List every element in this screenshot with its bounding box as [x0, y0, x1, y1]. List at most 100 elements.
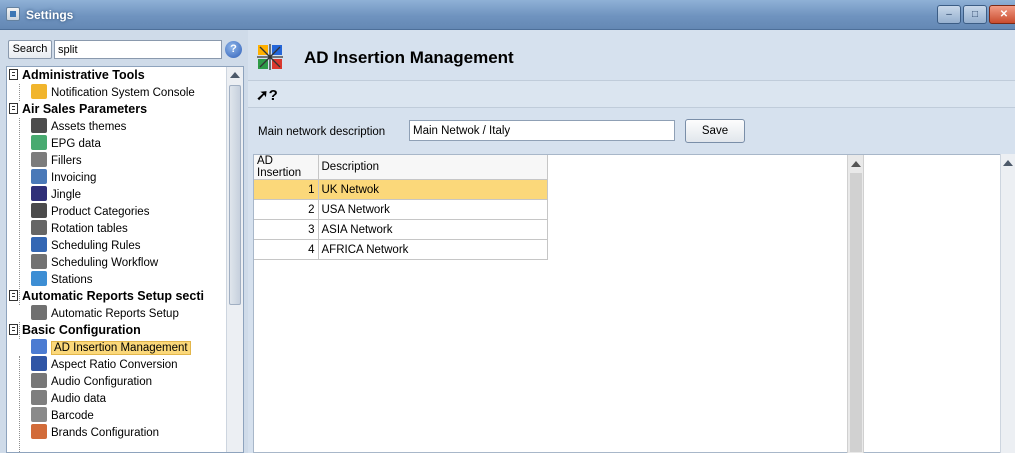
tree-item-label: AD Insertion Management — [51, 341, 191, 355]
grid-scrollbar[interactable] — [847, 155, 864, 453]
help-pointer-button[interactable]: ➚? — [256, 86, 278, 104]
tree-connector — [19, 84, 20, 101]
tree-scroll-thumb[interactable] — [229, 85, 241, 305]
tree-item-label: Brands Configuration — [51, 427, 160, 439]
network-description-label: Main network description — [258, 126, 386, 138]
tree-item-epg-data[interactable]: EPG data — [31, 135, 101, 152]
scroll-up-icon[interactable] — [1003, 160, 1013, 166]
tree-item-label: Automatic Reports Setup secti — [22, 289, 204, 303]
tree-item-brands-configuration[interactable]: Brands Configuration — [31, 424, 159, 441]
tree-item-label: Stations — [51, 274, 93, 286]
table-row[interactable]: 1 UK Netwok — [254, 179, 548, 200]
audio-data-icon — [31, 390, 47, 405]
search-input[interactable] — [54, 40, 222, 59]
tree-item-scheduling-workflow[interactable]: Scheduling Workflow — [31, 254, 158, 271]
tree-item-label: Automatic Reports Setup — [51, 308, 179, 320]
tree-item-label: Notification System Console — [51, 87, 195, 99]
fillers-icon — [31, 152, 47, 167]
ad-insertion-grid: AD Insertion Description 1 UK Netwok 2 U… — [253, 154, 1014, 453]
title-bar: Settings – □ ✕ — [0, 0, 1015, 30]
tree-item-scheduling-rules[interactable]: Scheduling Rules — [31, 237, 141, 254]
save-button[interactable]: Save — [685, 119, 745, 143]
minimize-button[interactable]: – — [937, 5, 961, 24]
table-row[interactable]: 4 AFRICA Network — [254, 239, 548, 260]
settings-window: Settings – □ ✕ Search ? Administrative T… — [0, 0, 1015, 453]
ad-insertion-cell: 2 — [254, 199, 319, 220]
tree-item-label: Scheduling Workflow — [51, 257, 159, 269]
table-row[interactable]: 2 USA Network — [254, 199, 548, 220]
tree-group-basic-configuration[interactable]: Basic Configuration — [9, 322, 141, 339]
ad-insertion-icon — [257, 44, 283, 70]
tree-group-air-sales-parameters[interactable]: Air Sales Parameters — [9, 101, 147, 118]
tree-item-ad-insertion-management[interactable]: AD Insertion Management — [31, 339, 191, 356]
assets-icon — [31, 118, 47, 133]
tree-scrollbar[interactable] — [226, 67, 243, 452]
barcode-icon — [31, 407, 47, 422]
tree-group-administrative-tools[interactable]: Administrative Tools — [9, 67, 145, 84]
aspect-ratio-icon — [31, 356, 47, 371]
tree-item-audio-data[interactable]: Audio data — [31, 390, 106, 407]
tree-item-label: Rotation tables — [51, 223, 128, 235]
settings-tree: Administrative Tools Notification System… — [6, 66, 244, 453]
ad-insertion-cell: 1 — [254, 179, 319, 200]
notification-icon — [31, 84, 47, 99]
tree-item-label: Audio Configuration — [51, 376, 153, 388]
tree-item-label: Barcode — [51, 410, 94, 422]
epg-icon — [31, 135, 47, 150]
tree-item-label: Aspect Ratio Conversion — [51, 359, 178, 371]
tree-group-automatic-reports-setup[interactable]: Automatic Reports Setup secti — [9, 288, 204, 305]
audio-config-icon — [31, 373, 47, 388]
ad-insertion-cell: 3 — [254, 219, 319, 240]
tree-item-invoicing[interactable]: Invoicing — [31, 169, 96, 186]
column-header-ad-insertion[interactable]: AD Insertion — [254, 155, 319, 180]
tree-connector — [19, 118, 20, 305]
rules-icon — [31, 237, 47, 252]
main-content: AD Insertion Management ➚? Main network … — [248, 30, 1015, 453]
right-scrollbar[interactable] — [1000, 154, 1015, 453]
table-header-row: AD Insertion Description — [254, 155, 548, 180]
maximize-button[interactable]: □ — [963, 5, 987, 24]
column-header-description[interactable]: Description — [318, 155, 548, 180]
description-cell: ASIA Network — [318, 219, 548, 240]
group-book-icon — [9, 324, 18, 335]
tree-item-label: Fillers — [51, 155, 82, 167]
invoice-icon — [31, 169, 47, 184]
ad-insertion-cell: 4 — [254, 239, 319, 260]
music-icon — [31, 186, 47, 201]
help-icon[interactable]: ? — [225, 41, 242, 58]
product-icon — [31, 203, 47, 218]
table-row[interactable]: 3 ASIA Network — [254, 219, 548, 240]
tree-item-product-categories[interactable]: Product Categories — [31, 203, 149, 220]
settings-app-icon — [6, 7, 20, 21]
tree-item-barcode[interactable]: Barcode — [31, 407, 94, 424]
tree-item-notification-system-console[interactable]: Notification System Console — [31, 84, 195, 101]
group-book-icon — [9, 103, 18, 114]
scroll-up-icon[interactable] — [851, 161, 861, 167]
workflow-icon — [31, 254, 47, 269]
tree-item-label: Product Categories — [51, 206, 150, 218]
tree-item-label: Air Sales Parameters — [22, 102, 148, 116]
network-form: Main network description Save — [248, 118, 1015, 146]
tree-item-assets-themes[interactable]: Assets themes — [31, 118, 126, 135]
close-button[interactable]: ✕ — [989, 5, 1015, 24]
tree-item-fillers[interactable]: Fillers — [31, 152, 82, 169]
tree-item-stations[interactable]: Stations — [31, 271, 93, 288]
arrow-cursor-icon: ➚ — [256, 87, 269, 104]
network-description-field[interactable] — [409, 120, 675, 141]
group-book-icon — [9, 69, 18, 80]
ad-insertion-table: AD Insertion Description 1 UK Netwok 2 U… — [254, 155, 548, 260]
tree-item-jingle[interactable]: Jingle — [31, 186, 81, 203]
search-button[interactable]: Search — [8, 40, 52, 59]
tree-item-label: Assets themes — [51, 121, 127, 133]
toolbar: ➚? — [248, 80, 1015, 108]
group-book-icon — [9, 290, 18, 301]
tree-item-rotation-tables[interactable]: Rotation tables — [31, 220, 128, 237]
tree-item-aspect-ratio-conversion[interactable]: Aspect Ratio Conversion — [31, 356, 178, 373]
tree-item-automatic-reports-setup[interactable]: Automatic Reports Setup — [31, 305, 179, 322]
grid-scroll-track[interactable] — [850, 173, 862, 452]
tree-item-audio-configuration[interactable]: Audio Configuration — [31, 373, 152, 390]
tree-item-label: Administrative Tools — [22, 68, 145, 82]
tree-item-label: EPG data — [51, 138, 101, 150]
stations-icon — [31, 271, 47, 286]
scroll-up-icon[interactable] — [230, 72, 240, 78]
